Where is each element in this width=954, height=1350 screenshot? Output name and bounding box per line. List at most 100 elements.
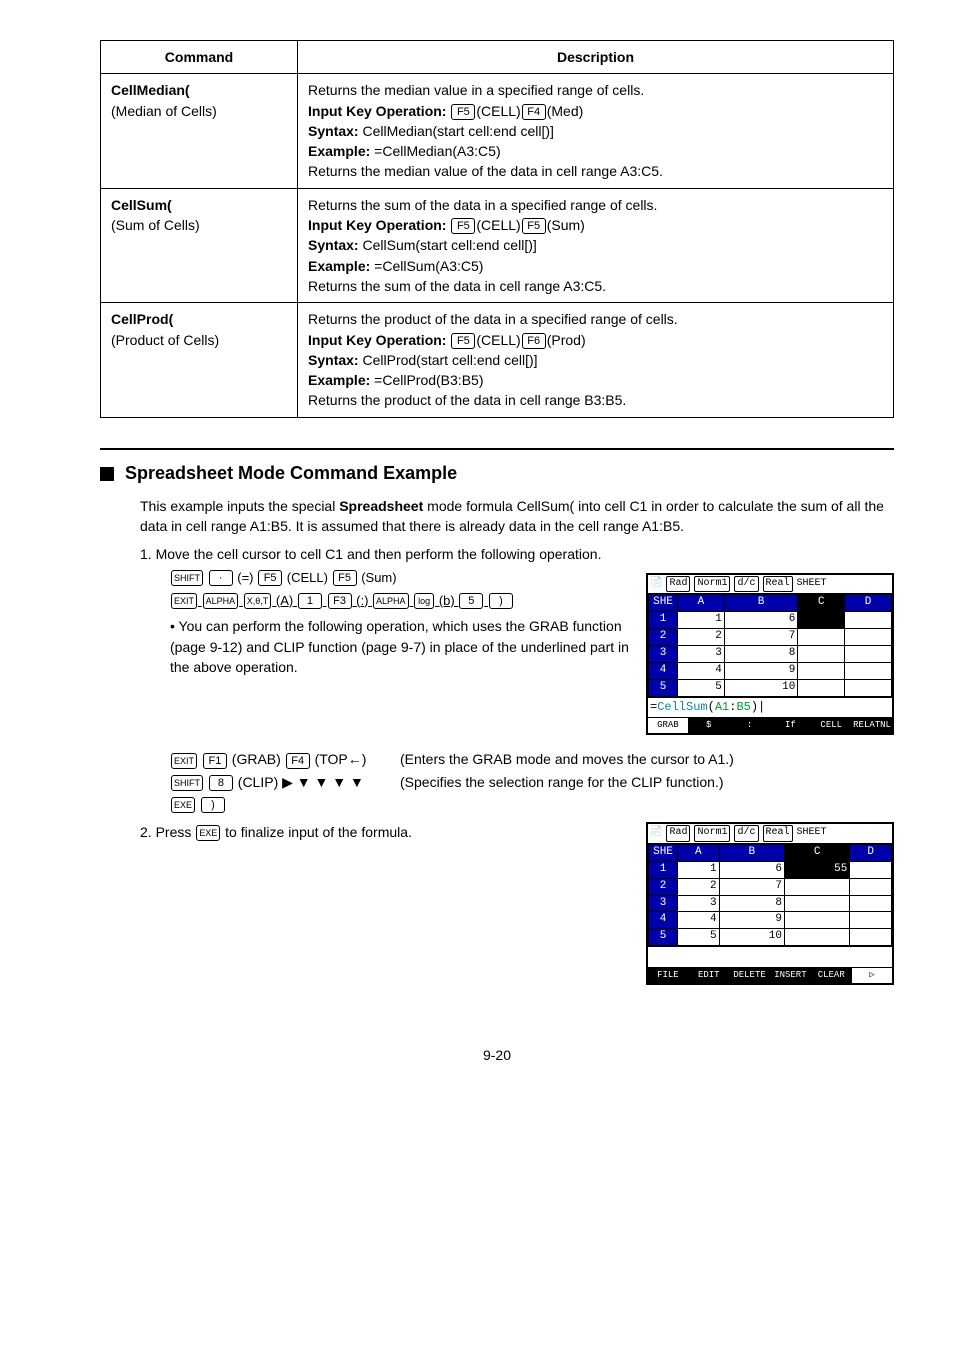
key-annot-b: (b) [439, 593, 455, 608]
key-exit2: EXIT [171, 753, 197, 769]
cell: 10 [724, 679, 797, 696]
cell: 7 [724, 629, 797, 646]
spreadsheet-grid: SHEABCD116552273384495510 [648, 844, 892, 947]
sub1-desc: (Enters the GRAB mode and moves the curs… [400, 749, 894, 769]
doc-icon: 📄 [650, 826, 662, 841]
sheet-label: SHEET [797, 826, 827, 841]
intro-paragraph: This example inputs the special Spreadsh… [140, 496, 894, 537]
arrow-keys: ▶ ▼ ▼ ▼ ▼ [282, 774, 364, 790]
formula-bar: =CellSum(A1:B5)| [648, 697, 892, 717]
cell [850, 861, 892, 878]
key-alpha2: ALPHA [373, 593, 409, 609]
cell [798, 612, 845, 629]
cell: 3 [678, 895, 720, 912]
row-header: 2 [649, 629, 678, 646]
cell: 5 [678, 929, 720, 946]
row-header: 4 [649, 912, 678, 929]
bullet-text: You can perform the following operation,… [170, 618, 629, 675]
cell [784, 878, 849, 895]
cell: 3 [678, 646, 725, 663]
row-header: 4 [649, 662, 678, 679]
softkey-bar: GRAB$:IfCELLRELATNL [648, 717, 892, 733]
step2-post: to finalize input of the formula. [225, 824, 412, 840]
key-paren2: ) [201, 797, 225, 813]
key-8: 8 [209, 775, 233, 791]
cell: 1 [678, 861, 720, 878]
key-paren: ) [489, 593, 513, 609]
key-xthetat: X,θ,T [244, 593, 272, 609]
softkey: INSERT [770, 968, 811, 983]
softkey: GRAB [648, 718, 689, 733]
key-exe2: EXE [196, 825, 220, 841]
row-header: 2 [649, 878, 678, 895]
cell [850, 878, 892, 895]
cell [784, 912, 849, 929]
cell [784, 929, 849, 946]
step2-pre: 2. Press [140, 824, 195, 840]
cell [798, 679, 845, 696]
softkey: EDIT [689, 968, 730, 983]
softkey: ▷ [852, 968, 892, 983]
softkey: CELL [811, 718, 852, 733]
status-tag: Rad [666, 825, 690, 842]
cell: 55 [784, 861, 849, 878]
command-cell: CellSum((Sum of Cells) [101, 188, 298, 302]
description-cell: Returns the median value in a specified … [298, 74, 894, 188]
cell [798, 629, 845, 646]
cell [845, 679, 892, 696]
cell: 9 [719, 912, 784, 929]
softkey-bar: FILEEDITDELETEINSERTCLEAR▷ [648, 967, 892, 983]
calculator-screenshot-2: 📄RadNorm1d/cRealSHEETSHEABCD116552273384… [646, 822, 894, 985]
key-shift2: SHIFT [171, 775, 203, 791]
cell [850, 929, 892, 946]
sub2-keys: SHIFT 8 (CLIP) ▶ ▼ ▼ ▼ ▼ [170, 772, 400, 792]
col-header: D [850, 844, 892, 861]
key-5: 5 [459, 593, 483, 609]
cell [845, 629, 892, 646]
key-annot-a: (A) [276, 593, 293, 608]
cell: 8 [724, 646, 797, 663]
sheet-label: SHEET [797, 577, 827, 592]
cell [845, 612, 892, 629]
section-title-text: Spreadsheet Mode Command Example [125, 463, 457, 483]
cell [784, 895, 849, 912]
col-header: B [719, 844, 784, 861]
key-f5a: F5 [258, 570, 282, 586]
square-bullet-icon [100, 467, 114, 481]
formula-bar [648, 946, 892, 966]
key-alpha1: ALPHA [203, 593, 239, 609]
col-header: SHE [649, 844, 678, 861]
col-header: D [845, 595, 892, 612]
command-table: Command Description CellMedian((Median o… [100, 40, 894, 418]
softkey: If [770, 718, 811, 733]
cell: 8 [719, 895, 784, 912]
col-header: A [678, 595, 725, 612]
cell [798, 662, 845, 679]
section-divider [100, 448, 894, 450]
key-annot-colon: (:) [356, 593, 368, 608]
th-command: Command [101, 41, 298, 74]
cell: 2 [678, 878, 720, 895]
col-header: C [784, 844, 849, 861]
status-tag: Real [763, 825, 793, 842]
annot-grab: (GRAB) [232, 751, 281, 767]
key-log: log [414, 593, 434, 609]
softkey: RELATNL [852, 718, 892, 733]
col-header: SHE [649, 595, 678, 612]
sub2-desc: (Specifies the selection range for the C… [400, 772, 894, 792]
cell [850, 912, 892, 929]
row-header: 1 [649, 612, 678, 629]
key-1: 1 [298, 593, 322, 609]
softkey: $ [689, 718, 730, 733]
status-tag: Rad [666, 576, 690, 593]
key-exit: EXIT [171, 593, 197, 609]
annot-clip: (CLIP) [238, 774, 278, 790]
cell [798, 646, 845, 663]
col-header: B [724, 595, 797, 612]
cell [850, 895, 892, 912]
key-annot-sum: (Sum) [361, 570, 396, 585]
table-row: CellMedian((Median of Cells)Returns the … [101, 74, 894, 188]
cell [845, 646, 892, 663]
annot-top: (TOP←) [315, 751, 367, 767]
table-row: CellSum((Sum of Cells)Returns the sum of… [101, 188, 894, 302]
